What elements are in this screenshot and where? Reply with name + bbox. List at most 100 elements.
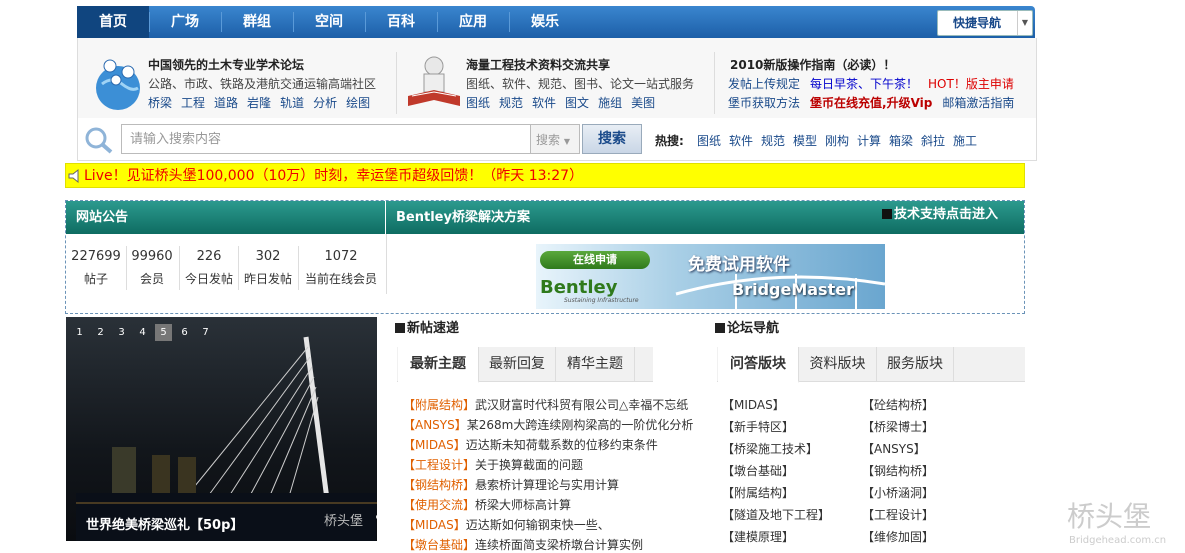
post-item[interactable]: 【MIDAS】迈达斯如何输钢束快一些、	[403, 516, 610, 533]
hot-term[interactable]: 模型	[793, 132, 817, 149]
link-email-activate[interactable]: 邮箱激活指南	[942, 96, 1014, 110]
link-drawings[interactable]: 图纸	[466, 96, 490, 110]
link-rail[interactable]: 轨道	[280, 96, 304, 110]
hot-search-label: 热搜:	[655, 134, 684, 148]
info-title-resources: 海量工程技术资料交流共享	[466, 58, 611, 72]
hot-term[interactable]: 箱梁	[889, 132, 913, 149]
nav-wiki[interactable]: 百科	[365, 6, 437, 38]
hot-term[interactable]: 刚构	[825, 132, 849, 149]
apply-online-button[interactable]: 在线申请	[540, 251, 650, 269]
slide-number[interactable]: 2	[92, 324, 109, 341]
search-input[interactable]: 请输入搜索内容	[121, 124, 531, 154]
forum-link[interactable]: 【桥梁施工技术】	[722, 440, 818, 457]
link-road[interactable]: 道路	[214, 96, 238, 110]
post-item[interactable]: 【墩台基础】连续桥面简支梁桥墩台计算实例	[403, 536, 643, 553]
slide-number[interactable]: 3	[113, 324, 130, 341]
support-link[interactable]: 技术支持点击进入	[882, 203, 998, 222]
slide-caption[interactable]: 世界绝美桥梁巡礼【50p】	[86, 514, 243, 533]
slideshow[interactable]: 1 2 3 4 5 6 7 世界绝美桥梁巡礼【50p】 桥头堡	[66, 317, 377, 541]
slide-number[interactable]: 1	[71, 324, 88, 341]
arrow-square-icon	[395, 323, 405, 333]
hot-term[interactable]: 软件	[729, 132, 753, 149]
link-tea[interactable]: 每日早茶、下午茶！	[810, 77, 918, 91]
nav-groups[interactable]: 群组	[221, 6, 293, 38]
stat-divider	[179, 246, 180, 290]
forum-link[interactable]: 【桥梁博士】	[862, 418, 934, 435]
link-engineering[interactable]: 工程	[181, 96, 205, 110]
arrow-square-icon	[715, 323, 725, 333]
info-links-forum: 桥梁 工程 道路 岩隆 轨道 分析 绘图	[148, 94, 379, 111]
tab-latest-replies[interactable]: 最新回复	[479, 347, 556, 381]
nav-entertainment[interactable]: 娱乐	[509, 6, 581, 38]
tab-qa-boards[interactable]: 问答版块	[718, 347, 799, 383]
hot-term[interactable]: 规范	[761, 132, 785, 149]
link-analysis[interactable]: 分析	[313, 96, 337, 110]
forum-link[interactable]: 【维修加固】	[862, 528, 934, 545]
post-item[interactable]: 【MIDAS】迈达斯未知荷载系数的位移约束条件	[403, 436, 658, 453]
hot-term[interactable]: 图纸	[697, 132, 721, 149]
live-announcement[interactable]: Live！见证桥头堡100,000（10万）时刻，幸运堡币超级回馈！（昨天 13…	[65, 163, 1025, 188]
slide-number-active[interactable]: 5	[155, 324, 172, 341]
board-divider	[386, 234, 387, 294]
slide-number[interactable]: 7	[197, 324, 214, 341]
link-photos[interactable]: 美图	[631, 96, 655, 110]
search-type-label: 搜索	[536, 133, 561, 147]
link-software[interactable]: 软件	[532, 96, 556, 110]
forum-link[interactable]: 【新手特区】	[722, 418, 794, 435]
post-item[interactable]: 【工程设计】关于换算截面的问题	[403, 456, 583, 473]
stat-members: 99960 会员	[131, 249, 173, 286]
post-item[interactable]: 【ANSYS】某268m大跨连续刚构梁高的一阶优化分析	[403, 416, 693, 433]
link-bridge[interactable]: 桥梁	[148, 96, 172, 110]
link-coin-recharge[interactable]: 堡币在线充值,升级Vip	[810, 96, 932, 110]
post-item[interactable]: 【使用交流】桥梁大师标高计算	[403, 496, 571, 513]
link-posting-rules[interactable]: 发帖上传规定	[728, 77, 800, 91]
tab-featured[interactable]: 精华主题	[556, 347, 635, 381]
link-coin-method[interactable]: 堡币获取方法	[728, 96, 800, 110]
post-item[interactable]: 【钢结构桥】悬索桥计算理论与实用计算	[403, 476, 619, 493]
link-moderator-apply[interactable]: HOT！版主申请	[928, 77, 1014, 91]
link-geotech[interactable]: 岩隆	[247, 96, 271, 110]
link-construction-org[interactable]: 施组	[598, 96, 622, 110]
site-watermark: 桥头堡	[1067, 500, 1152, 533]
forum-link[interactable]: 【墩台基础】	[722, 462, 794, 479]
hot-term[interactable]: 施工	[953, 132, 977, 149]
link-illustrated[interactable]: 图文	[565, 96, 589, 110]
forum-link[interactable]: 【附属结构】	[722, 484, 794, 501]
top-nav-bar: 首页 广场 群组 空间 百科 应用 娱乐	[77, 6, 1035, 38]
quick-nav-dropdown[interactable]: 快捷导航 ▼	[937, 10, 1033, 36]
hot-term[interactable]: 斜拉	[921, 132, 945, 149]
nav-plaza[interactable]: 广场	[149, 6, 221, 38]
bentley-banner[interactable]: 在线申请 免费试用软件 Bentley Sustaining Infrastru…	[536, 244, 885, 309]
forum-link[interactable]: 【建模原理】	[722, 528, 794, 545]
link-specs[interactable]: 规范	[499, 96, 523, 110]
nav-space[interactable]: 空间	[293, 6, 365, 38]
search-button[interactable]: 搜索	[582, 124, 642, 154]
bentley-logo: Bentley	[540, 277, 618, 298]
quick-nav-label: 快捷导航	[952, 16, 1001, 30]
info-title-guide[interactable]: 2010新版操作指南（必读）！	[730, 56, 895, 73]
forum-link[interactable]: 【小桥涵洞】	[862, 484, 934, 501]
forum-link[interactable]: 【钢结构桥】	[862, 462, 934, 479]
notice-header: 网站公告	[66, 201, 385, 234]
slide-number[interactable]: 4	[134, 324, 151, 341]
forum-link[interactable]: 【隧道及地下工程】	[722, 506, 830, 523]
chevron-down-icon: ▼	[1017, 11, 1032, 35]
search-type-select[interactable]: 搜索 ▼	[530, 124, 580, 154]
stat-online: 1072 当前在线会员	[304, 249, 377, 286]
tab-service-boards[interactable]: 服务版块	[877, 347, 954, 381]
forum-heading: 论坛导航	[715, 317, 779, 336]
forum-link[interactable]: 【工程设计】	[862, 506, 934, 523]
forum-link[interactable]: 【砼结构桥】	[862, 396, 934, 413]
slide-number[interactable]: 6	[176, 324, 193, 341]
hot-term[interactable]: 计算	[857, 132, 881, 149]
tab-resource-boards[interactable]: 资料版块	[799, 347, 877, 381]
forum-link[interactable]: 【MIDAS】	[722, 396, 785, 413]
nav-home[interactable]: 首页	[77, 6, 149, 38]
link-drawing[interactable]: 绘图	[346, 96, 370, 110]
globe-people-icon	[96, 59, 140, 110]
post-item[interactable]: 【附属结构】武汉财富时代科贸有限公司△幸福不忘纸	[403, 396, 688, 413]
nav-apps[interactable]: 应用	[437, 6, 509, 38]
forum-link[interactable]: 【ANSYS】	[862, 440, 926, 457]
info-title-forum: 中国领先的土木专业学术论坛	[148, 58, 305, 72]
tab-latest-topics[interactable]: 最新主题	[398, 347, 479, 383]
